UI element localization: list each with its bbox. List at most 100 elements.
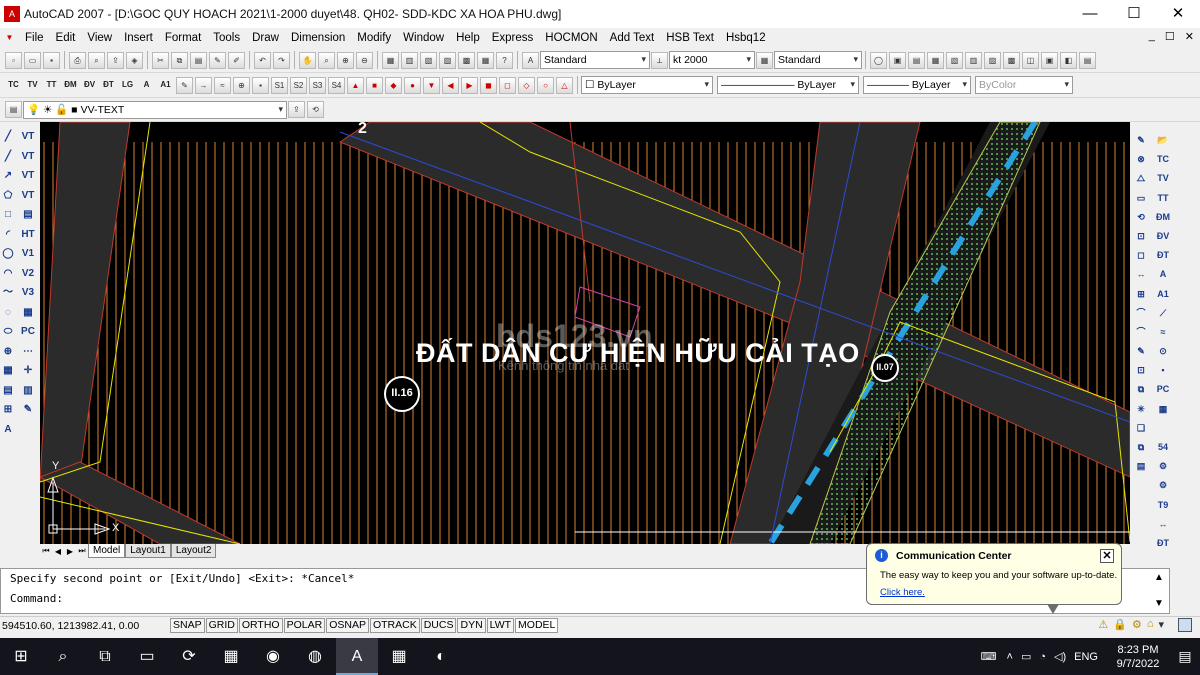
tool-icon-e[interactable]: ▧ (946, 51, 963, 69)
tool-s2-icon[interactable]: S2 (290, 76, 307, 94)
text-tool-0-icon[interactable]: 📂 (1154, 132, 1172, 149)
status-toggle-lwt[interactable]: LWT (486, 618, 515, 633)
text-tool-12-icon[interactable]: ▪ (1154, 362, 1172, 379)
draw-tool-13-icon[interactable]: ▤ (0, 382, 16, 399)
red-tool-7-icon[interactable]: ▶ (461, 76, 478, 94)
menu-view[interactable]: View (81, 32, 118, 44)
tool-a[interactable]: A (138, 77, 155, 94)
menu-format[interactable]: Format (159, 32, 207, 44)
custom-tool-8-icon[interactable]: V3 (20, 284, 36, 301)
red-tool-3-icon[interactable]: ◆ (385, 76, 402, 94)
save-icon[interactable]: ▪ (43, 51, 60, 69)
tool-icon-g[interactable]: ▨ (984, 51, 1001, 69)
red-tool-12-icon[interactable]: △ (556, 76, 573, 94)
match-properties-icon[interactable]: ✎ (209, 51, 226, 69)
menu-edit[interactable]: Edit (50, 32, 82, 44)
red-tool-9-icon[interactable]: ◻ (499, 76, 516, 94)
taskbar-app-8-icon[interactable]: ▦ (378, 638, 420, 675)
print-icon[interactable]: ⎙ (69, 51, 86, 69)
custom-tool-6-icon[interactable]: V1 (20, 245, 36, 262)
linetype-select[interactable]: ——————— ByLayer ▾ (717, 76, 859, 94)
clock[interactable]: 8:23 PM 9/7/2022 (1106, 643, 1170, 671)
tool-icon-a[interactable]: ◯ (870, 51, 887, 69)
menu-modify[interactable]: Modify (351, 32, 397, 44)
first-tab-button[interactable]: ⏮ (40, 546, 52, 556)
draw-tool-9-icon[interactable]: ◌ (0, 304, 16, 321)
status-toggle-polar[interactable]: POLAR (283, 618, 326, 633)
tool-dv[interactable]: ĐV (81, 77, 98, 94)
custom-tool-4-icon[interactable]: ▤ (20, 206, 36, 223)
menu-insert[interactable]: Insert (118, 32, 159, 44)
status-toggle-osnap[interactable]: OSNAP (326, 618, 369, 633)
block-editor-icon[interactable]: ✐ (228, 51, 245, 69)
modify-tool-7-icon[interactable]: ↔ (1132, 266, 1150, 283)
settings-icon[interactable]: ⚙ (1132, 618, 1142, 631)
custom-tool-12-icon[interactable]: ✛ (20, 362, 36, 379)
next-tab-button[interactable]: ▶ (64, 547, 76, 556)
modify-tool-9-icon[interactable]: ⌒ (1132, 305, 1150, 322)
3d-dwf-icon[interactable]: ◈ (126, 51, 143, 69)
red-tool-8-icon[interactable]: ◼ (480, 76, 497, 94)
draw-tool-1-icon[interactable]: ╱ (0, 148, 16, 165)
menu-window[interactable]: Window (397, 32, 450, 44)
menu-hsb-text[interactable]: HSB Text (660, 32, 720, 44)
tool-icon-k[interactable]: ◧ (1060, 51, 1077, 69)
tool-tt[interactable]: TT (43, 77, 60, 94)
taskbar-app-1-icon[interactable]: ⧉ (84, 638, 126, 675)
battery-icon[interactable]: ▭ (1021, 650, 1031, 663)
custom-tool-10-icon[interactable]: PC (20, 323, 36, 340)
menu-draw[interactable]: Draw (246, 32, 285, 44)
text-tool-15-icon[interactable] (1154, 420, 1172, 437)
status-toggle-dyn[interactable]: DYN (457, 618, 486, 633)
modify-tool-14-icon[interactable]: ✳ (1132, 401, 1150, 418)
zoom-previous-icon[interactable]: ⊖ (356, 51, 373, 69)
draw-tool-14-icon[interactable]: ⊞ (0, 401, 16, 418)
make-current-layer-icon[interactable]: ⇪ (288, 101, 305, 118)
custom-tool-2-icon[interactable]: VT (20, 167, 36, 184)
start-button[interactable]: ⊞ (0, 638, 42, 675)
home-icon[interactable]: ⌂ (1147, 618, 1154, 631)
red-tool-5-icon[interactable]: ▼ (423, 76, 440, 94)
modify-tool-8-icon[interactable]: ⊞ (1132, 286, 1150, 303)
custom-tool-3-icon[interactable]: VT (20, 187, 36, 204)
menu-file[interactable]: File (19, 32, 50, 44)
modify-tool-10-icon[interactable]: ⌒ (1132, 324, 1150, 341)
taskbar-app-0-icon[interactable]: ⌕ (42, 638, 84, 675)
publish-icon[interactable]: ⇪ (107, 51, 124, 69)
square-dot-icon[interactable]: ▪ (252, 76, 269, 94)
red-tool-2-icon[interactable]: ■ (366, 76, 383, 94)
tool-icon-f[interactable]: ▥ (965, 51, 982, 69)
modify-tool-4-icon[interactable]: ⟲ (1132, 209, 1150, 226)
text-tool-20-icon[interactable]: ↔ (1154, 516, 1172, 533)
draw-tool-3-icon[interactable]: ⬠ (0, 187, 16, 204)
red-tool-10-icon[interactable]: ◇ (518, 76, 535, 94)
text-tool-10-icon[interactable]: ≈ (1154, 324, 1172, 341)
prev-tab-button[interactable]: ◀ (52, 547, 64, 556)
notifications-icon[interactable]: ▤ (1170, 648, 1200, 665)
volume-icon[interactable]: ◁) (1054, 650, 1066, 663)
taskbar-app-5-icon[interactable]: ◉ (252, 638, 294, 675)
status-toggle-model[interactable]: MODEL (515, 618, 559, 633)
text-tool-1-icon[interactable]: TC (1154, 151, 1172, 168)
layer-manager-icon[interactable]: ▤ (5, 101, 22, 118)
custom-tool-11-icon[interactable]: ⋯ (20, 343, 36, 360)
mdi-restore-button[interactable]: ☐ (1165, 30, 1175, 43)
modify-tool-5-icon[interactable]: ⊡ (1132, 228, 1150, 245)
draw-tool-2-icon[interactable]: ↗ (0, 167, 16, 184)
tab-model[interactable]: Model (88, 544, 126, 558)
zoom-realtime-icon[interactable]: ⌕ (318, 51, 335, 69)
help-icon[interactable]: ? (496, 51, 513, 69)
taskbar-app-6-icon[interactable]: ◍ (294, 638, 336, 675)
text-tool-14-icon[interactable]: ▦ (1154, 401, 1172, 418)
undo-icon[interactable]: ↶ (254, 51, 271, 69)
tab-layout1[interactable]: Layout1 (125, 544, 171, 558)
markup-icon[interactable]: ▩ (458, 51, 475, 69)
last-tab-button[interactable]: ⏭ (76, 546, 88, 556)
custom-tool-14-icon[interactable]: ✎ (20, 401, 36, 418)
menu-express[interactable]: Express (486, 32, 540, 44)
text-tool-6-icon[interactable]: ĐT (1154, 247, 1172, 264)
drawing-canvas[interactable]: ĐẤT DÂN CƯ HIỆN HỮU CẢI TẠO bds123.vn Kê… (40, 122, 1130, 544)
draw-tool-0-icon[interactable]: ╱ (0, 128, 16, 145)
modify-tool-6-icon[interactable]: ◻ (1132, 247, 1150, 264)
minimize-button[interactable]: — (1068, 0, 1112, 28)
